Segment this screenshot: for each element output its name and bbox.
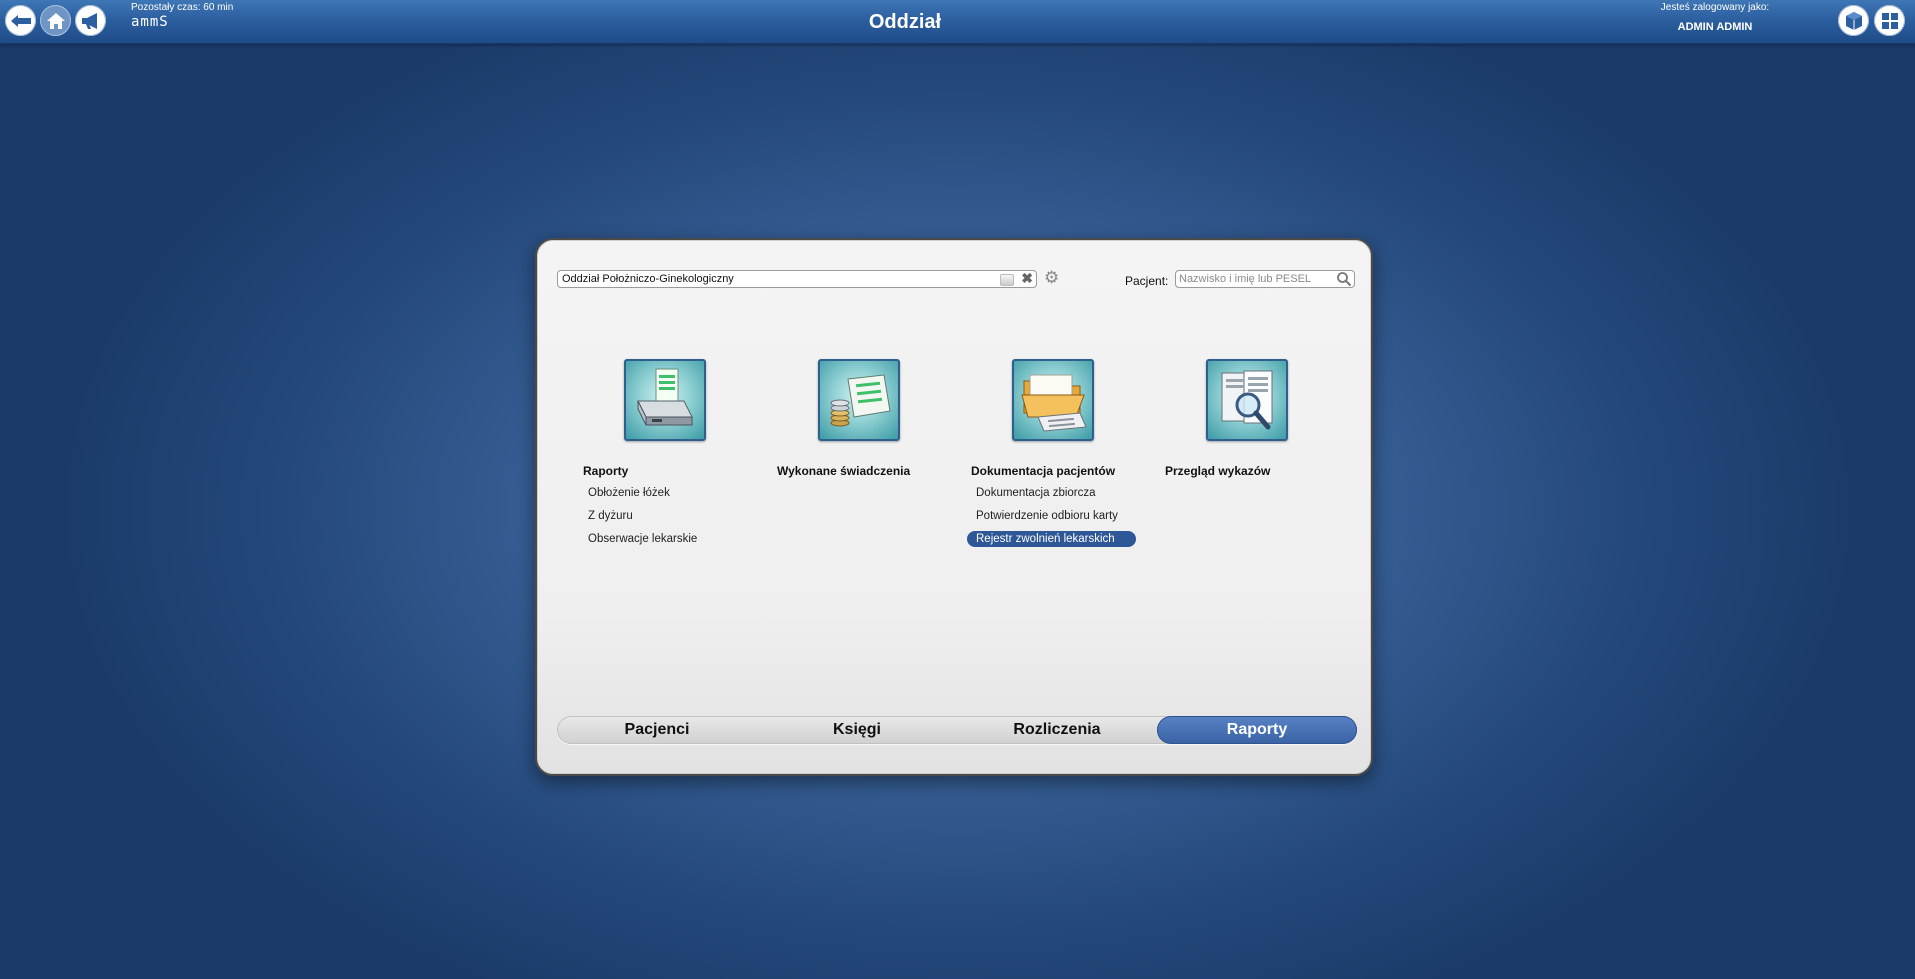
tab-reports[interactable]: Raporty [1157, 716, 1357, 744]
login-label: Jesteś zalogowany jako: [1660, 2, 1770, 13]
ward-select[interactable]: Oddział Położniczo-Ginekologiczny ✖ [557, 270, 1037, 288]
module-title-reports: Raporty [583, 464, 629, 478]
logged-user: ADMIN ADMIN [1677, 21, 1753, 33]
top-bar: Pozostały czas: 60 min ammS Oddział Jest… [0, 0, 1915, 44]
clear-icon[interactable]: ✖ [1021, 270, 1033, 287]
module-title-services: Wykonane świadczenia [777, 464, 911, 478]
sub-item-sick-leave-register[interactable]: Rejestr zwolnień lekarskich [967, 531, 1136, 547]
cube-icon [1845, 11, 1862, 30]
list-icon[interactable] [1000, 274, 1014, 286]
grid-icon [1881, 12, 1898, 29]
main-panel: Oddział Położniczo-Ginekologiczny ✖ ⚙ Pa… [535, 238, 1373, 776]
tab-patients[interactable]: Pacjenci [557, 716, 757, 744]
bottom-tab-bar: Pacjenci Księgi Rozliczenia Raporty [557, 716, 1357, 744]
documentation-module-icon[interactable] [1012, 359, 1094, 441]
folder-icon [1021, 374, 1087, 432]
sub-item-collective-documentation[interactable]: Dokumentacja zbiorcza [967, 485, 1105, 501]
search-icon[interactable] [1336, 271, 1352, 287]
printer-icon [637, 368, 693, 426]
services-module-icon[interactable] [818, 359, 900, 441]
reports-module-icon[interactable] [624, 359, 706, 441]
ward-select-value: Oddział Położniczo-Ginekologiczny [562, 273, 734, 285]
module-title-documentation: Dokumentacja pacjentów [971, 464, 1116, 478]
document-magnifier-icon [1221, 370, 1273, 430]
sub-item-on-duty[interactable]: Z dyżuru [579, 508, 642, 524]
grid-menu-button[interactable] [1874, 5, 1905, 36]
modules-button[interactable] [1838, 5, 1869, 36]
module-title-lists-review: Przegląd wykazów [1165, 464, 1271, 478]
tab-settlements[interactable]: Rozliczenia [957, 716, 1157, 744]
patient-label: Pacjent: [1125, 274, 1169, 288]
sub-item-card-receipt-confirmation[interactable]: Potwierdzenie odbioru karty [967, 508, 1127, 524]
gear-icon[interactable]: ⚙ [1044, 268, 1059, 288]
patient-search-input[interactable] [1175, 270, 1355, 288]
tab-books[interactable]: Księgi [757, 716, 957, 744]
register-coins-icon [830, 374, 891, 427]
sub-item-medical-observations[interactable]: Obserwacje lekarskie [579, 531, 706, 547]
sub-item-bed-occupancy[interactable]: Obłożenie łóżek [579, 485, 679, 501]
lists-review-module-icon[interactable] [1206, 359, 1288, 441]
page-title: Oddział [868, 11, 942, 33]
